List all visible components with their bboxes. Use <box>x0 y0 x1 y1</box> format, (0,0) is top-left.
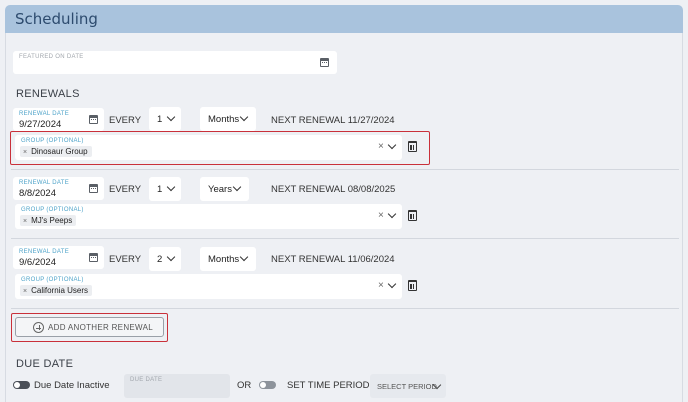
scheduling-panel: Scheduling FEATURED ON DATE RENEWALS REN… <box>0 0 688 402</box>
renewal-date-label: RENEWAL DATE <box>19 111 70 117</box>
remove-chip-icon[interactable]: × <box>23 288 27 295</box>
renewal-count-select[interactable]: 2 <box>149 247 181 271</box>
renewal-unit-value: Months <box>208 254 240 265</box>
group-chip-label: MJ's Peeps <box>31 216 73 225</box>
renewal-date-value: 8/8/2024 <box>19 188 56 199</box>
calendar-icon[interactable] <box>89 253 98 262</box>
group-label: GROUP (OPTIONAL) <box>21 207 84 213</box>
select-period-value: SELECT PERIOD <box>377 382 437 391</box>
renewal-date-value: 9/27/2024 <box>19 119 62 130</box>
renewal-date-field[interactable]: RENEWAL DATE 9/27/2024 <box>13 108 104 131</box>
due-date-field: DUE DATE <box>124 374 230 398</box>
renewal-date-label: RENEWAL DATE <box>19 249 70 255</box>
clear-icon[interactable]: × <box>378 210 384 221</box>
group-chip: × California Users <box>20 285 92 296</box>
featured-date-field[interactable]: FEATURED ON DATE <box>13 51 337 74</box>
renewal-date-value: 9/6/2024 <box>19 257 56 268</box>
renewal-unit-value: Years <box>208 184 232 195</box>
set-time-period-label: SET TIME PERIOD <box>287 380 370 391</box>
divider <box>11 238 679 239</box>
renewal-date-label: RENEWAL DATE <box>19 180 70 186</box>
select-period-dropdown[interactable]: SELECT PERIOD <box>370 374 446 398</box>
calendar-icon[interactable] <box>320 58 329 67</box>
due-date-inactive-label: Due Date Inactive <box>34 380 110 391</box>
chevron-down-icon <box>239 252 249 262</box>
renewal-count-value: 1 <box>157 184 163 195</box>
renewal-unit-select[interactable]: Months <box>200 107 256 131</box>
renewal-unit-select[interactable]: Years <box>200 177 249 201</box>
highlight-box <box>10 131 430 165</box>
renewal-date-field[interactable]: RENEWAL DATE 8/8/2024 <box>13 177 104 200</box>
highlight-box <box>11 313 168 342</box>
group-select[interactable]: GROUP (OPTIONAL) × California Users × <box>15 274 402 299</box>
featured-date-label: FEATURED ON DATE <box>19 54 84 60</box>
group-label: GROUP (OPTIONAL) <box>21 277 84 283</box>
next-renewal-text: NEXT RENEWAL 08/08/2025 <box>271 184 396 195</box>
delete-renewal-icon[interactable] <box>408 210 417 221</box>
panel-body: FEATURED ON DATE RENEWALS RENEWAL DATE 9… <box>5 33 683 402</box>
renewal-count-select[interactable]: 1 <box>149 107 181 131</box>
panel-title: Scheduling <box>15 10 98 28</box>
set-time-period-toggle[interactable] <box>259 381 276 389</box>
renewal-unit-select[interactable]: Months <box>200 247 256 271</box>
chevron-down-icon <box>166 252 176 262</box>
due-date-toggle[interactable] <box>13 381 30 389</box>
group-chip: × MJ's Peeps <box>20 215 77 226</box>
chevron-down-icon <box>166 182 176 192</box>
chevron-down-icon[interactable] <box>387 209 397 219</box>
delete-renewal-icon[interactable] <box>408 280 417 291</box>
calendar-icon[interactable] <box>89 115 98 124</box>
next-renewal-text: NEXT RENEWAL 11/06/2024 <box>271 254 395 265</box>
renewal-count-value: 2 <box>157 254 163 265</box>
group-chip-label: California Users <box>31 286 88 295</box>
due-date-label: DUE DATE <box>130 377 163 383</box>
group-select[interactable]: GROUP (OPTIONAL) × MJ's Peeps × <box>15 204 402 229</box>
every-label: EVERY <box>109 254 142 265</box>
calendar-icon[interactable] <box>89 184 98 193</box>
divider <box>11 308 679 309</box>
or-label: OR <box>237 380 252 391</box>
chevron-down-icon <box>239 112 249 122</box>
renewal-date-field[interactable]: RENEWAL DATE 9/6/2024 <box>13 246 104 269</box>
chevron-down-icon <box>166 112 176 122</box>
renewal-count-value: 1 <box>157 114 163 125</box>
panel-header: Scheduling <box>5 5 683 33</box>
clear-icon[interactable]: × <box>378 280 384 291</box>
chevron-down-icon <box>232 182 242 192</box>
due-date-heading: DUE DATE <box>16 358 74 370</box>
remove-chip-icon[interactable]: × <box>23 218 27 225</box>
renewal-unit-value: Months <box>208 114 240 125</box>
every-label: EVERY <box>109 184 142 195</box>
next-renewal-text: NEXT RENEWAL 11/27/2024 <box>271 115 395 126</box>
renewal-count-select[interactable]: 1 <box>149 177 181 201</box>
every-label: EVERY <box>109 115 142 126</box>
renewals-heading: RENEWALS <box>16 88 80 100</box>
chevron-down-icon[interactable] <box>387 279 397 289</box>
divider <box>11 169 679 170</box>
